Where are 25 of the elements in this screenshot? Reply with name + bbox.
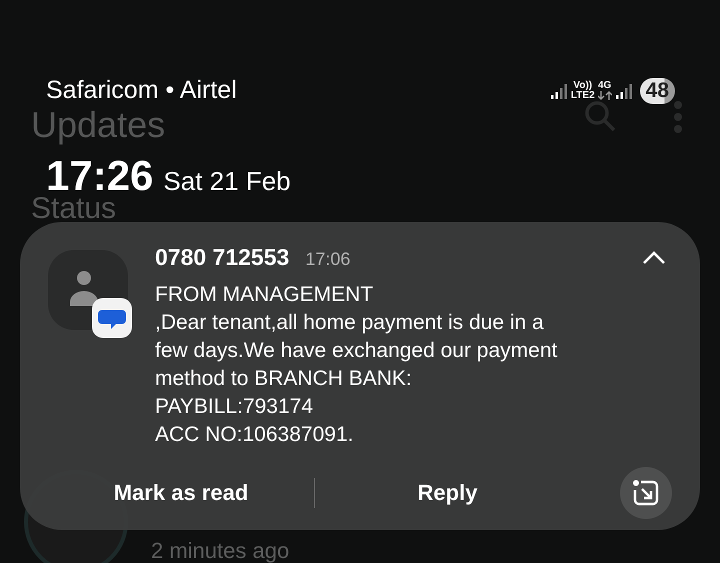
- signal-icon: [614, 82, 633, 100]
- action-button[interactable]: Reply: [315, 468, 580, 516]
- update-time: 2 minutes ago: [151, 537, 290, 563]
- sender-number: 0780 712553: [155, 243, 290, 272]
- action-button[interactable]: Mark as read: [48, 468, 314, 516]
- network-label: 4G: [598, 81, 612, 92]
- message-text: ACC NO:106387091.: [155, 422, 354, 448]
- carrier-label: Safaricom • Airtel: [46, 75, 237, 106]
- clock-date: Sat 21 Feb: [163, 165, 291, 198]
- battery-indicator: 48: [640, 78, 675, 104]
- lte-label: LTE2: [570, 90, 595, 101]
- chevron-up-icon: [642, 251, 666, 265]
- open-button[interactable]: [620, 466, 672, 518]
- message-text: ,Dear tenant,all home payment is due in a few days.We have exchanged our payment method to BRANCH BANK:: [155, 310, 558, 392]
- open-window-icon: [631, 478, 661, 508]
- message-time: 17:06: [305, 248, 350, 271]
- app-title: Updates: [31, 103, 166, 147]
- message-app-icon: [92, 298, 132, 338]
- message-text: FROM MANAGEMENT: [155, 282, 374, 308]
- contact-icon: [70, 270, 100, 308]
- notification-card[interactable]: 0780 712553 17:06 FROM MANAGEMENT ,Dear tenant,all home payment is due in a few days.We have exchanged our payment method to BRANCH BANK: PAYBILL:793174 ACC NO:106387091. Mark as read Reply: [20, 222, 700, 530]
- message-text: PAYBILL:793174: [155, 394, 314, 420]
- data-arrows-icon: [598, 91, 612, 100]
- signal-icon: [550, 82, 568, 100]
- volte-label: Vo)): [573, 80, 592, 91]
